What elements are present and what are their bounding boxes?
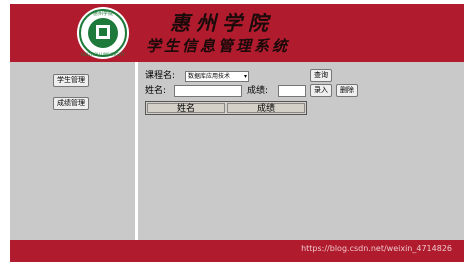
name-input[interactable] <box>174 85 242 97</box>
chevron-down-icon: ▾ <box>243 73 247 80</box>
score-input[interactable] <box>278 85 306 97</box>
page-title: 惠州学院 <box>170 11 274 35</box>
enter-button[interactable]: 录入 <box>310 84 332 97</box>
logo-bottom-text: HUIZHOU UNIVERSITY <box>81 52 126 57</box>
course-select[interactable]: 数据库应用技术 ▾ <box>185 71 249 82</box>
course-select-value: 数据库应用技术 <box>188 73 231 80</box>
header-banner: 惠州学院 HUIZHOU UNIVERSITY 惠州学院 学生信息管理系统 <box>10 4 464 62</box>
logo-top-text: 惠州学院 <box>93 10 113 17</box>
sidebar-item-score-management[interactable]: 成绩管理 <box>53 97 89 110</box>
university-logo-icon: 惠州学院 HUIZHOU UNIVERSITY <box>72 5 134 61</box>
footer-bar: https://blog.csdn.net/weixin_4714826 <box>10 240 464 262</box>
watermark-text: https://blog.csdn.net/weixin_4714826 <box>301 244 452 253</box>
table-header-name: 姓名 <box>147 103 225 114</box>
sidebar-divider <box>135 62 138 240</box>
course-label: 课程名: <box>145 71 176 81</box>
table-header-score: 成绩 <box>227 103 305 114</box>
delete-button[interactable]: 删除 <box>336 84 358 97</box>
query-button[interactable]: 查询 <box>310 69 332 82</box>
name-label: 姓名: <box>145 86 167 96</box>
score-table: 姓名 成绩 <box>145 101 307 115</box>
score-label: 成绩: <box>247 86 269 96</box>
page-subtitle: 学生信息管理系统 <box>146 37 291 55</box>
sidebar-item-student-management[interactable]: 学生管理 <box>53 74 89 87</box>
